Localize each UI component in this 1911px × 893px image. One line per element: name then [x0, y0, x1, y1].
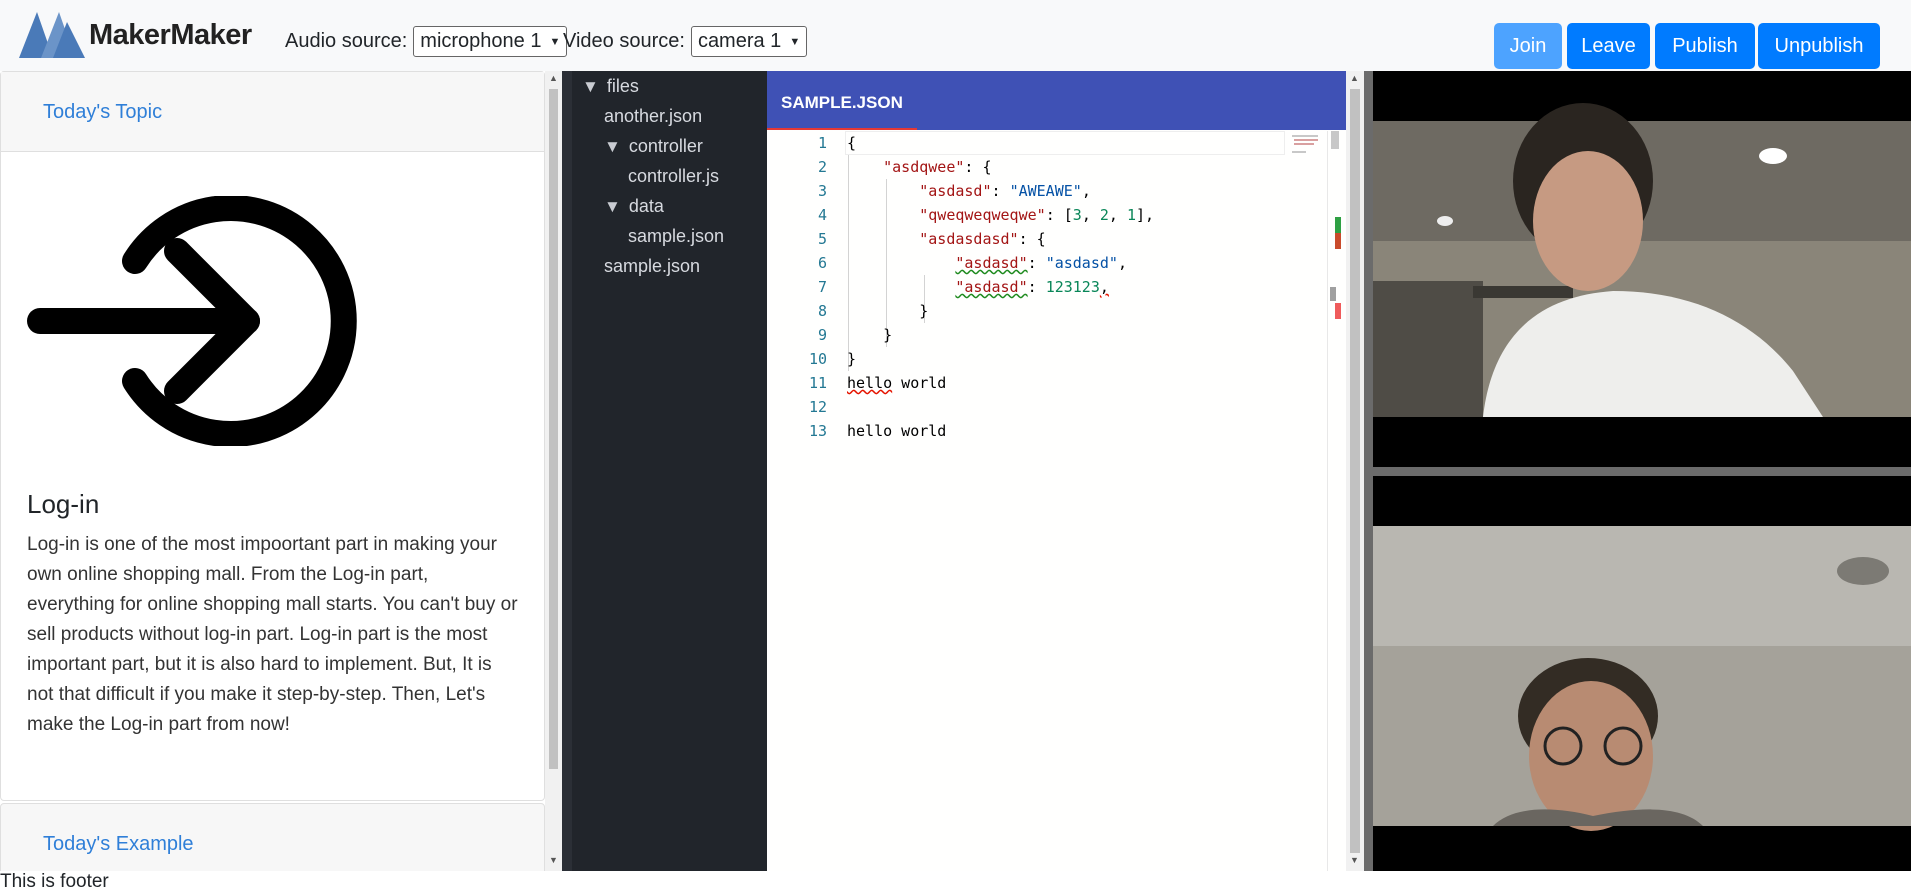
- audio-source-label: Audio source:: [285, 30, 408, 52]
- local-video[interactable]: [1373, 71, 1911, 467]
- code-line: "qweqweqweqwe": [3, 2, 1],: [919, 206, 1155, 224]
- editor-scrollbar[interactable]: ▲ ▼: [1346, 71, 1364, 871]
- scroll-up-icon[interactable]: ▲: [1350, 73, 1359, 83]
- scroll-up-icon[interactable]: ▲: [549, 73, 558, 83]
- tree-folder-data[interactable]: ▼ data: [604, 196, 664, 217]
- caret-down-icon: ▼: [604, 137, 621, 156]
- dropdown-arrow-icon: ▼: [789, 35, 801, 48]
- login-icon: [27, 195, 518, 451]
- tree-file-another-json[interactable]: another.json: [604, 106, 702, 127]
- tree-folder-files[interactable]: ▼ files: [582, 76, 639, 97]
- code-line: "asdasd": "asdasd",: [955, 254, 1127, 272]
- tree-file-controller-js[interactable]: controller.js: [628, 166, 719, 187]
- scroll-down-icon[interactable]: ▼: [549, 855, 558, 865]
- camera-feed-image: [1373, 526, 1911, 831]
- tree-folder-controller[interactable]: ▼ controller: [604, 136, 703, 157]
- lesson-text: Log-in is one of the most impoortant par…: [27, 534, 518, 735]
- code-line: }: [847, 350, 857, 368]
- lesson-panel: Today's Topic Log-in Log-in is one of th…: [0, 71, 545, 871]
- topic-body: Log-in Log-in is one of the most impoort…: [1, 195, 544, 740]
- unpublish-button[interactable]: Unpublish: [1758, 23, 1880, 69]
- code-line: "asdasd": 123123,: [955, 278, 1109, 296]
- leave-button[interactable]: Leave: [1567, 23, 1650, 69]
- topic-card: Today's Topic Log-in Log-in is one of th…: [0, 71, 545, 801]
- error-marker: [1335, 233, 1341, 249]
- editor-scroll-thumb[interactable]: [1331, 131, 1339, 149]
- audio-source-control: Audio source: microphone 1 ▼: [285, 26, 568, 57]
- code-editor[interactable]: SAMPLE.JSON 1 2 3 4 5 6 7 8 9 10 11 12 1…: [767, 71, 1346, 871]
- tab-sample-json[interactable]: SAMPLE.JSON: [767, 71, 917, 130]
- scroll-thumb[interactable]: [1350, 89, 1360, 853]
- editor-tab-bar: SAMPLE.JSON: [767, 71, 1346, 130]
- code-line: "asdqwee": {: [883, 158, 992, 176]
- video-source-select[interactable]: camera 1 ▼: [690, 26, 808, 57]
- video-panel: [1364, 71, 1911, 871]
- code-content[interactable]: { "asdqwee": { "asdasd": "AWEAWE", "qweq…: [847, 131, 1154, 443]
- video-source-control: Video source: camera 1 ▼: [563, 26, 808, 57]
- panel-divider[interactable]: [562, 71, 572, 871]
- code-line: "asdasdasd": {: [919, 230, 1046, 248]
- code-line: {: [847, 134, 857, 152]
- remote-video[interactable]: [1373, 476, 1911, 871]
- tree-file-data-sample-json[interactable]: sample.json: [628, 226, 724, 247]
- warning-marker: [1335, 217, 1341, 233]
- code-line: hello world: [847, 374, 947, 392]
- error-marker: [1335, 303, 1341, 319]
- code-line: "asdasd": "AWEAWE",: [919, 182, 1091, 200]
- editor-overview-ruler[interactable]: [1327, 131, 1341, 871]
- line-numbers: 1 2 3 4 5 6 7 8 9 10 11 12 13: [808, 134, 827, 440]
- logo-text: MakerMaker: [89, 18, 252, 51]
- topic-header[interactable]: Today's Topic: [1, 72, 544, 152]
- dropdown-arrow-icon: ▼: [549, 35, 561, 48]
- join-button[interactable]: Join: [1494, 23, 1562, 69]
- audio-source-select[interactable]: microphone 1 ▼: [413, 26, 568, 57]
- code-line: hello world: [847, 422, 947, 440]
- caret-down-icon: ▼: [582, 77, 599, 96]
- top-bar: MakerMaker Audio source: microphone 1 ▼ …: [0, 0, 1911, 71]
- cursor-marker: [1330, 287, 1336, 301]
- lesson-title: Log-in: [27, 489, 100, 519]
- code-line: }: [919, 302, 929, 320]
- logo-icon: [19, 12, 85, 58]
- logo[interactable]: MakerMaker: [19, 11, 252, 59]
- example-header[interactable]: Today's Example: [0, 803, 545, 871]
- tree-file-sample-json[interactable]: sample.json: [604, 256, 700, 277]
- caret-down-icon: ▼: [604, 197, 621, 216]
- scroll-down-icon[interactable]: ▼: [1350, 855, 1359, 865]
- scroll-thumb[interactable]: [549, 89, 558, 769]
- video-source-label: Video source:: [563, 30, 685, 52]
- camera-feed-image: [1373, 103, 1911, 417]
- publish-button[interactable]: Publish: [1655, 23, 1755, 69]
- code-line: }: [883, 326, 893, 344]
- lesson-scrollbar[interactable]: ▲ ▼: [545, 71, 562, 871]
- file-tree: ▼ files another.json ▼ controller controll…: [572, 71, 767, 871]
